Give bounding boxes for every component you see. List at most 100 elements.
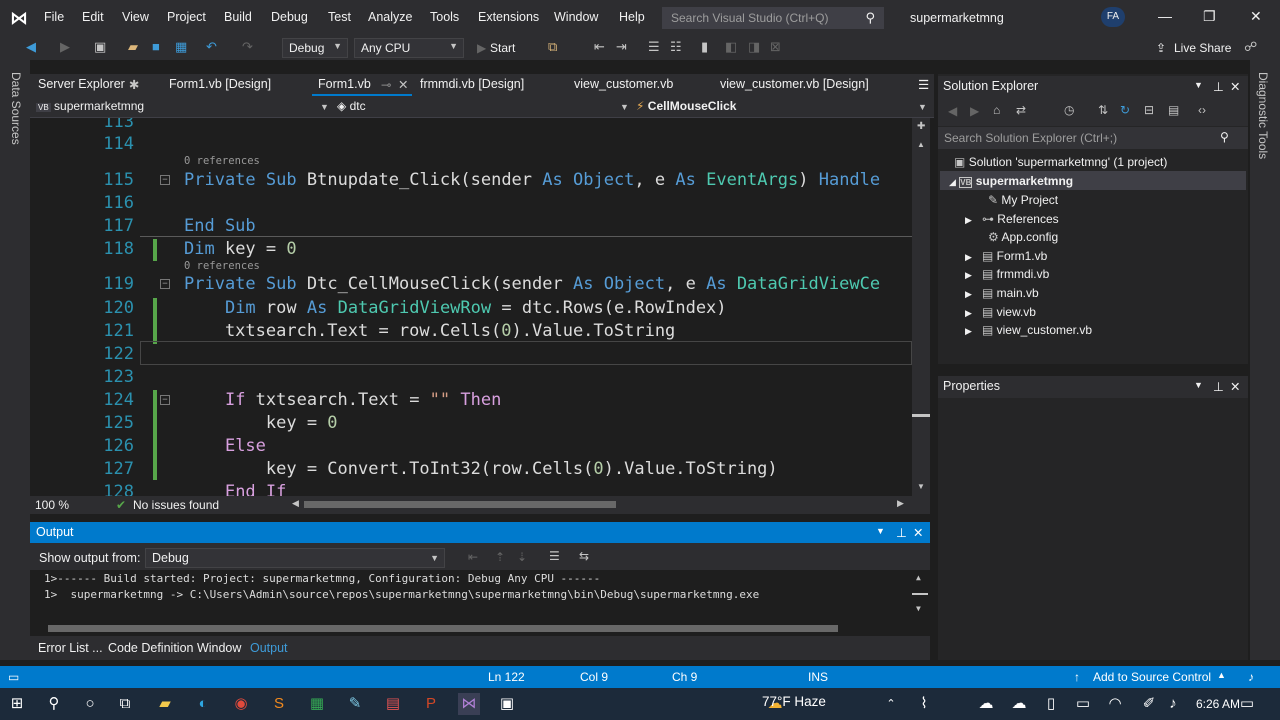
forward-icon[interactable]: ▶ [60,39,70,55]
solution-search-input[interactable]: Search Solution Explorer (Ctrl+;) ⚲ [938,127,1248,149]
attach-icon[interactable]: ⧉ [548,39,557,55]
live-share-button[interactable]: ⇪ Live Share [1156,41,1231,55]
menu-edit[interactable]: Edit [82,10,104,24]
minimize-icon[interactable]: — [1158,8,1172,24]
output-text[interactable]: 1>------ Build started: Project: superma… [30,570,930,620]
clear-all-icon[interactable]: ☰ [549,549,560,563]
display-icon[interactable]: ▭ [1072,693,1094,715]
step-icon[interactable]: ⇤ [594,39,605,55]
app-icon[interactable]: ▤ [382,693,404,715]
undo-icon[interactable]: ↶ [206,39,217,55]
close-tab-icon[interactable]: ✕ [398,77,408,92]
clock[interactable]: 6:26 AM [1196,697,1240,711]
restore-icon[interactable]: ❐ [1203,8,1216,25]
collapse-icon[interactable]: − [160,279,170,289]
prev-bookmark-icon[interactable]: ◧ [725,39,737,55]
editor-vertical-scrollbar[interactable]: ✚ ▲ ▼ [912,118,930,496]
back-icon[interactable]: ◀ [948,104,957,118]
chevron-down-icon[interactable]: ▼ [876,526,885,536]
chevron-up-icon[interactable]: ⌃ [880,693,902,715]
start-button[interactable]: ▶ Start [474,38,536,58]
close-icon[interactable]: ✕ [1250,8,1262,25]
menu-debug[interactable]: Debug [271,10,308,24]
editor-horizontal-scroll-thumb[interactable] [304,501,616,508]
pin-icon[interactable]: ⊸ [381,77,391,92]
object-dropdown[interactable]: ◈ dtc [337,99,366,113]
cortana-icon[interactable]: ○ [79,693,101,715]
tree-item-project[interactable]: ◢ VB supermarketmng [949,174,1073,188]
close-icon[interactable]: ✕ [1230,379,1240,394]
pin-icon[interactable]: ⊥ [1213,379,1224,394]
pen-icon[interactable]: ✐ [1138,693,1160,715]
uncomment-icon[interactable]: ☷ [670,39,682,55]
tab-view-customer-vb[interactable]: view_customer.vb [574,77,673,91]
chevron-down-icon[interactable]: ▼ [1194,380,1203,390]
edge-icon[interactable]: ◐ [192,693,214,715]
menu-help[interactable]: Help [619,10,645,24]
scroll-down-icon[interactable]: ▼ [917,482,925,491]
step-over-icon[interactable]: ⇥ [616,39,627,55]
sync-icon[interactable]: ⇅ [1098,103,1108,117]
notifications-icon[interactable]: ♪ [1248,670,1254,684]
member-dropdown[interactable]: ⚡ CellMouseClick [636,99,736,113]
pin-icon[interactable]: ✱ [129,77,139,92]
scroll-up-icon[interactable]: ▲ [916,573,921,582]
scroll-up-icon[interactable]: ▲ [917,140,925,149]
clear-bookmarks-icon[interactable]: ⊠ [770,39,781,55]
issues-status[interactable]: No issues found [133,498,219,512]
tree-item-frmmdi[interactable]: ▶ ▤ frmmdi.vb [965,267,1049,281]
menu-file[interactable]: File [44,10,64,24]
tab-form1-vb[interactable]: Form1.vb [318,77,371,91]
close-icon[interactable]: ✕ [1230,79,1240,94]
menu-project[interactable]: Project [167,10,206,24]
diagnostic-tools-tab[interactable]: Diagnostic Tools [1256,72,1270,159]
tree-item-view-customer[interactable]: ▶ ▤ view_customer.vb [965,323,1092,337]
tree-item-solution[interactable]: ▣ Solution 'supermarketmng' (1 project) [954,155,1167,169]
next-message-icon[interactable]: ⇣ [517,550,527,564]
app-window-icon[interactable]: ▣ [496,693,518,715]
scroll-left-icon[interactable]: ◀ [292,498,299,509]
task-view-icon[interactable]: ⧉ [114,693,136,715]
zoom-level[interactable]: 100 % [35,498,69,512]
volume-icon[interactable]: ♪ [1162,693,1184,715]
find-message-icon[interactable]: ⇤ [468,550,478,564]
pin-icon[interactable]: ⊥ [896,525,907,540]
status-insert-mode[interactable]: INS [808,670,828,684]
tab-form1-design[interactable]: Form1.vb [Design] [169,77,271,91]
search-icon[interactable]: ⚲ [43,693,65,715]
menu-test[interactable]: Test [328,10,351,24]
open-file-icon[interactable]: ▰ [128,39,138,55]
tab-frmmdi-design[interactable]: frmmdi.vb [Design] [420,77,524,91]
project-dropdown[interactable]: VB supermarketmng [36,99,144,113]
pending-changes-icon[interactable]: ◷ [1064,103,1074,117]
avatar[interactable]: FA [1101,7,1125,27]
show-all-files-icon[interactable]: ▤ [1168,103,1179,117]
collapse-all-icon[interactable]: ⊟ [1144,103,1154,117]
chevron-down-icon[interactable]: ▼ [1194,80,1203,90]
feedback-icon[interactable]: ☍ [1244,39,1257,55]
spreadsheet-app-icon[interactable]: ▦ [306,693,328,715]
scroll-right-icon[interactable]: ▶ [897,498,904,509]
tab-output[interactable]: Output [250,641,288,655]
powerpoint-icon[interactable]: P [420,693,442,715]
collapse-icon[interactable]: − [160,395,170,405]
save-icon[interactable]: ■ [152,39,160,54]
menu-extensions[interactable]: Extensions [478,10,539,24]
back-icon[interactable]: ◀ [26,39,36,55]
codelens-references[interactable]: 0 references [184,260,260,272]
tree-item-view[interactable]: ▶ ▤ view.vb [965,305,1036,319]
sublime-icon[interactable]: S [268,693,290,715]
comment-icon[interactable]: ☰ [648,39,660,55]
split-icon[interactable]: ✚ [917,121,925,132]
tab-error-list[interactable]: Error List ... [38,641,103,655]
tree-item-main[interactable]: ▶ ▤ main.vb [965,286,1039,300]
data-sources-tab[interactable]: Data Sources [9,72,23,145]
code-view-icon[interactable]: ‹› [1198,103,1206,117]
search-input[interactable]: Search Visual Studio (Ctrl+Q) ⚲ [662,7,884,29]
tree-item-app-config[interactable]: ⚙ App.config [988,230,1058,244]
close-icon[interactable]: ✕ [913,525,923,540]
code-editor[interactable]: 113 114 0 references 115 − Private Sub B… [30,118,912,496]
prev-message-icon[interactable]: ⇡ [495,550,505,564]
onedrive-icon[interactable]: ☁ [975,693,997,715]
redo-icon[interactable]: ↷ [242,39,253,55]
